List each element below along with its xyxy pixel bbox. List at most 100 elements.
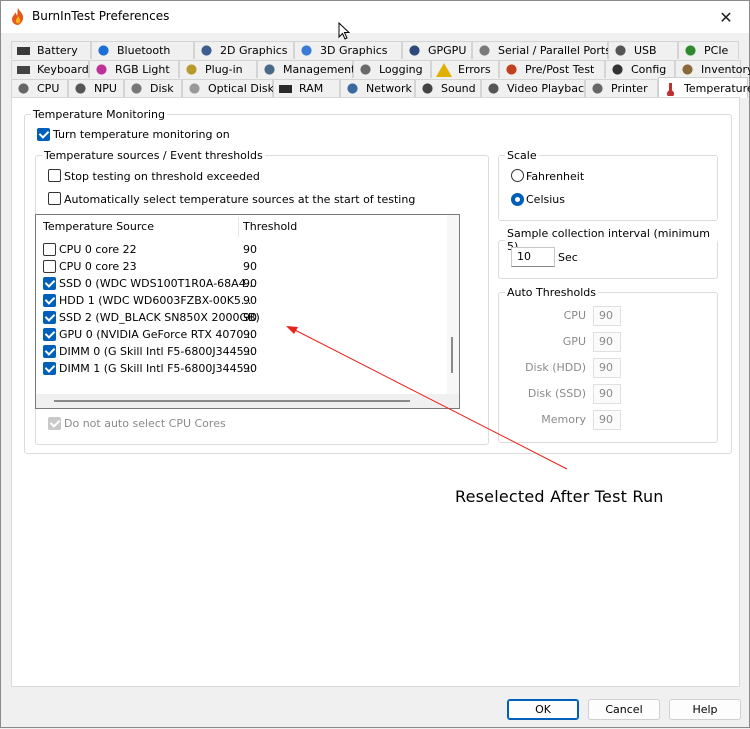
list-item-threshold[interactable]: 90: [243, 243, 257, 256]
tab-inventory[interactable]: Inventory: [675, 60, 750, 78]
tab-errors[interactable]: Errors: [431, 60, 499, 78]
temperature-sources-list[interactable]: Temperature Source Threshold CPU 0 core …: [35, 214, 460, 409]
management-icon: [262, 62, 277, 77]
turn-monitoring-on-checkbox[interactable]: [37, 128, 50, 141]
list-item[interactable]: DIMM 0 (G Skill Intl F5-6800J3445... 90: [36, 343, 446, 360]
list-item-checkbox[interactable]: [43, 328, 56, 341]
auto-select-sources-checkbox[interactable]: [48, 192, 61, 205]
keyboard-icon: [16, 62, 31, 77]
tab-keyboard[interactable]: Keyboard: [11, 60, 89, 78]
list-item-checkbox[interactable]: [43, 362, 56, 375]
tab-bluetooth[interactable]: Bluetooth: [91, 41, 194, 59]
auto-threshold-input[interactable]: 90: [593, 332, 621, 352]
tab-config[interactable]: Config: [605, 60, 675, 78]
tab-ram[interactable]: RAM: [273, 79, 340, 97]
list-item[interactable]: GPU 0 (NVIDIA GeForce RTX 4070... 90: [36, 326, 446, 343]
auto-threshold-input[interactable]: 90: [593, 358, 621, 378]
tab-gpgpu[interactable]: GPGPU: [402, 41, 472, 59]
horizontal-scroll-thumb[interactable]: [54, 400, 410, 402]
tab-video-playback[interactable]: Video Playback: [481, 79, 590, 97]
list-item-checkbox[interactable]: [43, 260, 56, 273]
tab-temperature[interactable]: Temperature: [658, 77, 750, 98]
optical-disk-icon: [187, 81, 202, 96]
tab-label: Management: [283, 63, 356, 76]
list-item[interactable]: HDD 1 (WDC WD6003FZBX-00K5... 90: [36, 292, 446, 309]
tab-pcie[interactable]: PCIe: [678, 41, 739, 59]
help-button[interactable]: Help: [669, 699, 741, 720]
flame-icon: [12, 8, 24, 25]
ok-button[interactable]: OK: [507, 699, 579, 720]
list-item-source: GPU 0 (NVIDIA GeForce RTX 4070...: [59, 328, 254, 341]
stop-on-threshold-checkbox[interactable]: [48, 169, 61, 182]
list-item-source: SSD 0 (WDC WDS100T1R0A-68A4...: [59, 277, 257, 290]
list-item[interactable]: CPU 0 core 23 90: [36, 258, 446, 275]
close-button[interactable]: ✕: [703, 1, 749, 33]
sample-interval-input[interactable]: 10: [511, 247, 555, 267]
tab-2d-graphics[interactable]: 2D Graphics: [194, 41, 294, 59]
celsius-radio[interactable]: [511, 193, 524, 206]
rgb-icon: [94, 62, 109, 77]
tab-label: Pre/Post Test: [525, 63, 595, 76]
tab-cpu[interactable]: CPU: [11, 79, 68, 97]
tab-management[interactable]: Management: [257, 60, 356, 78]
list-item-checkbox[interactable]: [43, 345, 56, 358]
list-item-checkbox[interactable]: [43, 311, 56, 324]
list-item[interactable]: SSD 0 (WDC WDS100T1R0A-68A4... 90: [36, 275, 446, 292]
tab-npu[interactable]: NPU: [68, 79, 124, 97]
close-icon: ✕: [719, 7, 733, 27]
list-item-threshold[interactable]: 90: [243, 345, 257, 358]
warning-icon: [436, 62, 452, 77]
auto-threshold-label: Memory: [541, 413, 586, 426]
no-auto-cpu-cores-checkbox[interactable]: [48, 417, 61, 430]
auto-select-sources-label: Automatically select temperature sources…: [64, 193, 416, 206]
tab-printer[interactable]: Printer: [585, 79, 658, 97]
list-item-threshold[interactable]: 90: [243, 362, 257, 375]
title-bar[interactable]: BurnInTest Preferences ✕: [1, 1, 749, 33]
list-item[interactable]: CPU 0 core 22 90: [36, 241, 446, 258]
tab-3d-graphics[interactable]: 3D Graphics: [294, 41, 402, 59]
tab-logging[interactable]: Logging: [353, 60, 431, 78]
list-item[interactable]: DIMM 1 (G Skill Intl F5-6800J3445... 90: [36, 360, 446, 377]
cancel-button[interactable]: Cancel: [588, 699, 660, 720]
vertical-scrollbar[interactable]: [447, 215, 459, 395]
list-item[interactable]: SSD 2 (WD_BLACK SN850X 2000GB) 90: [36, 309, 446, 326]
auto-threshold-input[interactable]: 90: [593, 410, 621, 430]
auto-threshold-input[interactable]: 90: [593, 384, 621, 404]
column-header-threshold[interactable]: Threshold: [243, 215, 297, 239]
gear-icon: [610, 62, 625, 77]
temperature-monitoring-legend: Temperature Monitoring: [33, 108, 165, 121]
tab-network[interactable]: Network: [340, 79, 415, 97]
printer-icon: [590, 81, 605, 96]
list-item-threshold[interactable]: 90: [243, 260, 257, 273]
monitor-icon: [199, 43, 214, 58]
horizontal-scrollbar[interactable]: [36, 394, 459, 408]
vertical-scroll-thumb[interactable]: [451, 337, 453, 373]
tab-label: Printer: [611, 82, 648, 95]
tab-optical-disk[interactable]: Optical Disk: [182, 79, 274, 97]
tab-disk[interactable]: Disk: [124, 79, 182, 97]
list-item-threshold[interactable]: 90: [243, 294, 257, 307]
tab-battery[interactable]: Battery: [11, 41, 91, 59]
column-separator[interactable]: [238, 217, 239, 237]
list-item-threshold[interactable]: 90: [243, 277, 257, 290]
window-title: BurnInTest Preferences: [32, 9, 170, 23]
tab-rgb-light[interactable]: RGB Light: [89, 60, 179, 78]
column-header-source[interactable]: Temperature Source: [43, 215, 154, 239]
list-item-checkbox[interactable]: [43, 294, 56, 307]
tab-label: Video Playback: [507, 82, 591, 95]
auto-threshold-input[interactable]: 90: [593, 306, 621, 326]
list-item-threshold[interactable]: 90: [243, 311, 257, 324]
fahrenheit-radio[interactable]: [511, 169, 524, 182]
prepost-icon: [504, 62, 519, 77]
list-item-threshold[interactable]: 90: [243, 328, 257, 341]
tab-usb[interactable]: USB: [608, 41, 678, 59]
tab-plug-in[interactable]: Plug-in: [179, 60, 257, 78]
list-item-checkbox[interactable]: [43, 277, 56, 290]
list-item-source: DIMM 0 (G Skill Intl F5-6800J3445...: [59, 345, 255, 358]
annotation-note: Reselected After Test Run: [448, 479, 687, 535]
tab-serial-parallel-ports[interactable]: Serial / Parallel Ports: [472, 41, 611, 59]
tab-sound[interactable]: Sound: [415, 79, 481, 97]
list-item-checkbox[interactable]: [43, 243, 56, 256]
auto-threshold-label: GPU: [562, 335, 586, 348]
tab-pre-post-test[interactable]: Pre/Post Test: [499, 60, 605, 78]
